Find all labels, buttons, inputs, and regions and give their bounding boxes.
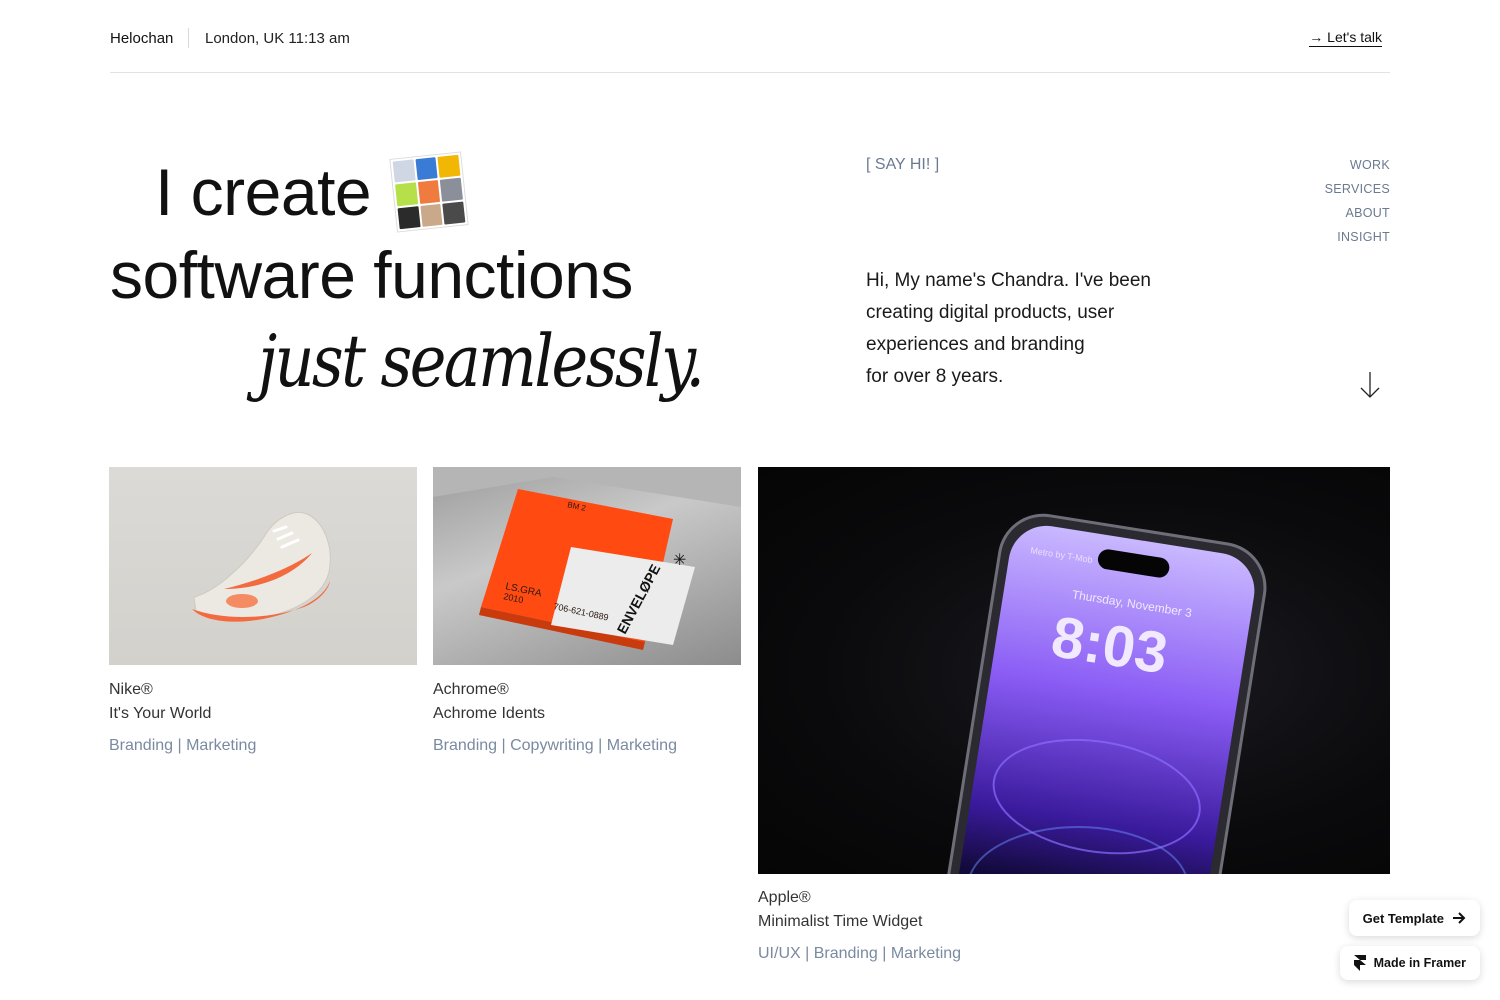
envelope-mockup: LS.GRA 2010 706-621-0889 BM 2 ENVELØPE ✳	[433, 467, 741, 650]
framer-logo-icon	[1353, 955, 1366, 971]
arrow-down-icon[interactable]	[1358, 370, 1382, 400]
project-tags: UI/UX | Branding | Marketing	[758, 945, 962, 962]
nav-item-about[interactable]: ABOUT	[1325, 201, 1390, 225]
hero-line-2: software functions	[110, 238, 633, 312]
nav-item-services[interactable]: SERVICES	[1325, 177, 1390, 201]
made-in-framer-label: Made in Framer	[1373, 956, 1466, 970]
main-nav: WORK SERVICES ABOUT INSIGHT	[1325, 153, 1390, 249]
site-header: Helochan London, UK 11:13 am → Let's tal…	[110, 0, 1390, 73]
get-template-label: Get Template	[1362, 910, 1444, 926]
brand-name[interactable]: Helochan	[110, 30, 173, 47]
lets-talk-link[interactable]: → Let's talk	[1309, 29, 1382, 47]
nike-project-image[interactable]	[109, 467, 417, 665]
arrow-right-icon	[1453, 912, 1466, 924]
achrome-project-image[interactable]: LS.GRA 2010 706-621-0889 BM 2 ENVELØPE ✳	[433, 467, 741, 665]
project-title[interactable]: Achrome Idents	[433, 705, 545, 723]
intro-line: creating digital products, user	[866, 302, 1115, 323]
apple-project-image[interactable]: Metro by T-Mob Thursday, November 3 8:03	[758, 467, 1390, 874]
project-tags: Branding | Copywriting | Marketing	[433, 737, 677, 754]
project-brand[interactable]: Achrome®	[433, 681, 509, 699]
intro-line: Hi, My name's Chandra. I've been	[866, 270, 1151, 291]
project-title[interactable]: Minimalist Time Widget	[758, 913, 922, 931]
intro-text: Hi, My name's Chandra. I've been creatin…	[866, 265, 1186, 393]
location-time: London, UK 11:13 am	[205, 30, 350, 47]
get-template-button[interactable]: Get Template	[1348, 900, 1480, 936]
intro-line: experiences and branding	[866, 334, 1085, 355]
nav-item-insight[interactable]: INSIGHT	[1325, 225, 1390, 249]
hero-line-1: I create	[155, 155, 372, 229]
intro-line: for over 8 years.	[866, 366, 1004, 387]
header-divider	[188, 28, 189, 48]
phone-mockup: Metro by T-Mob Thursday, November 3 8:03	[939, 513, 1267, 874]
sneaker-illustration	[192, 512, 331, 622]
hero-line-3: just seamlessly.	[258, 319, 705, 403]
say-hi-label[interactable]: [ SAY HI! ]	[866, 156, 939, 174]
project-brand[interactable]: Nike®	[109, 681, 153, 699]
project-brand[interactable]: Apple®	[758, 889, 811, 907]
project-title[interactable]: It's Your World	[109, 705, 211, 723]
asterisk-icon: ✳	[673, 550, 686, 569]
nav-item-work[interactable]: WORK	[1325, 153, 1390, 177]
made-in-framer-button[interactable]: Made in Framer	[1339, 946, 1480, 980]
project-tags: Branding | Marketing	[109, 737, 257, 754]
hero-collage-thumbnail	[389, 151, 469, 233]
